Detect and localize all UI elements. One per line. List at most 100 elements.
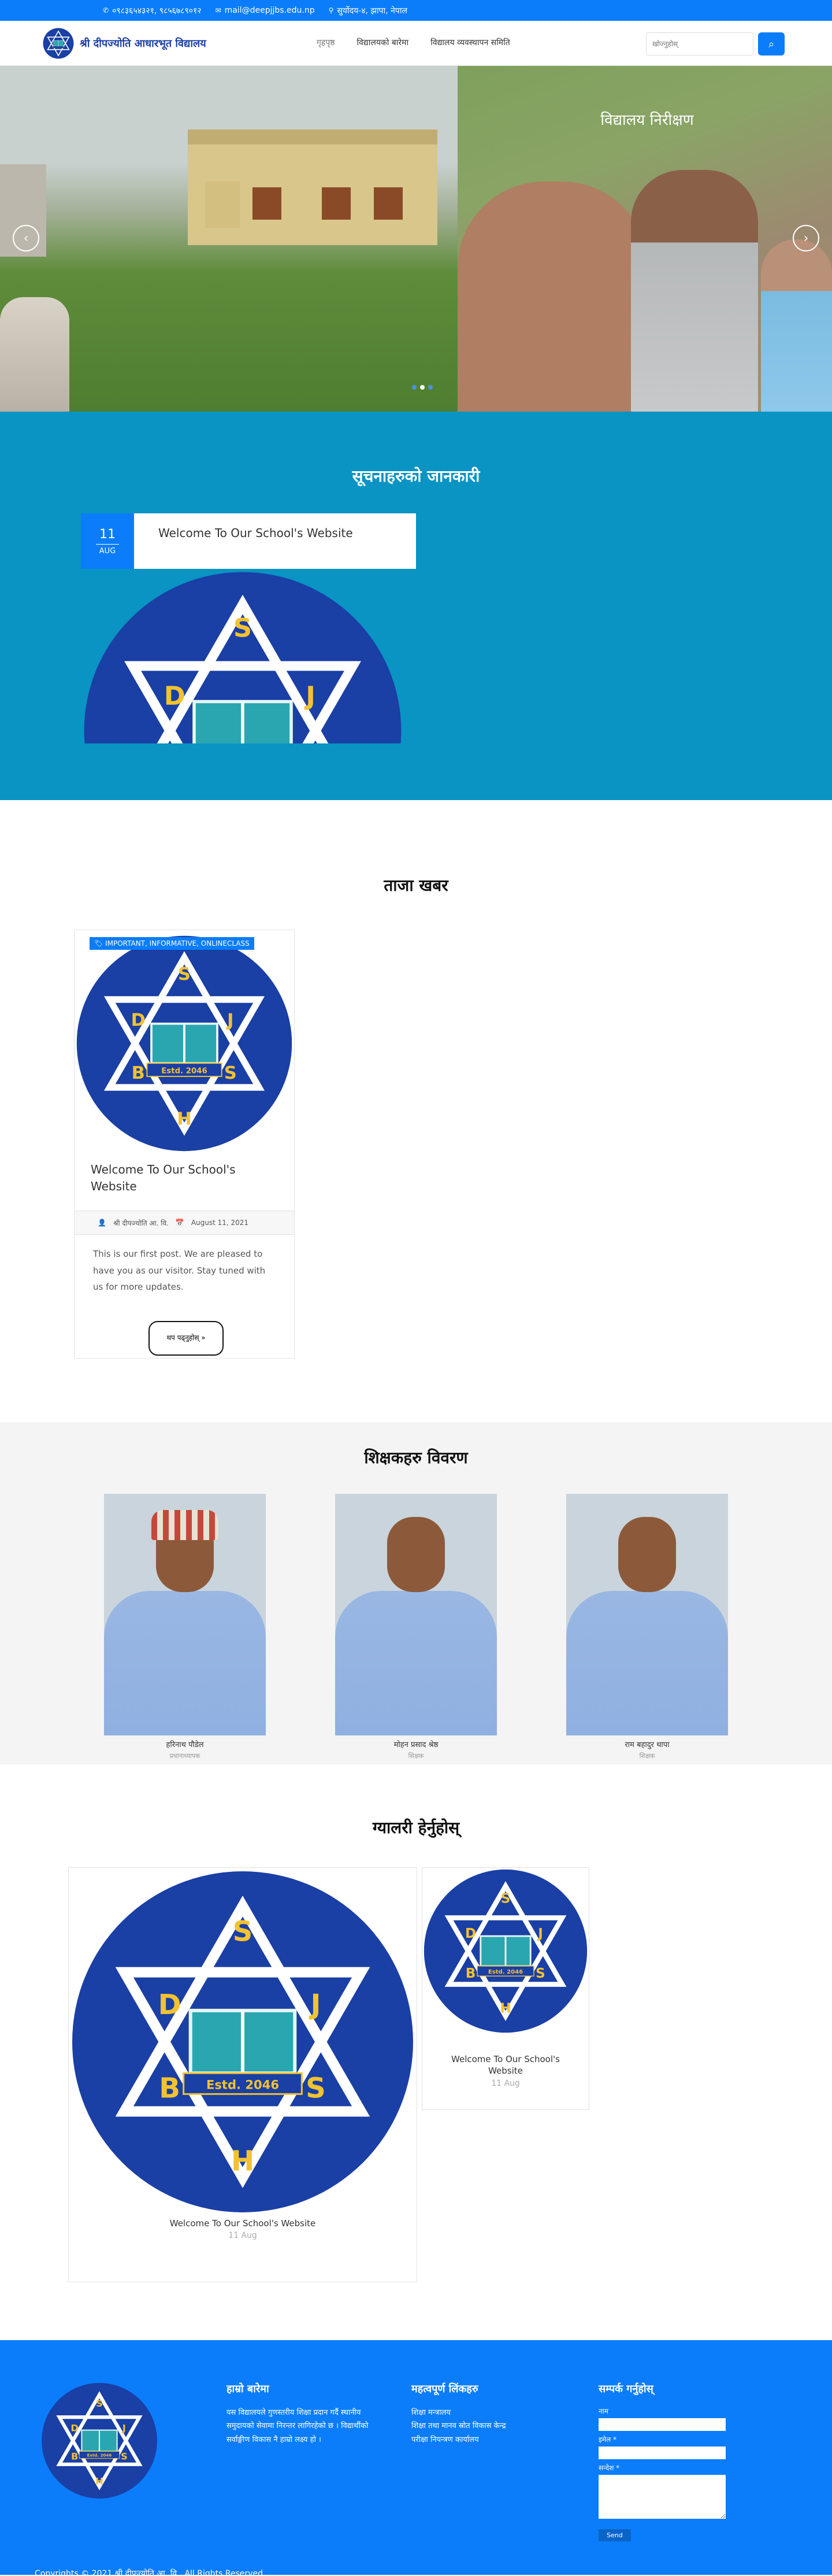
- staff-photo: [335, 1494, 497, 1735]
- blog-tags: IMPORTANT, INFORMATIVE, ONLINECLASS: [105, 939, 250, 948]
- logo-letter: J: [226, 1011, 233, 1031]
- slider-dot[interactable]: [412, 385, 417, 390]
- staff-card[interactable]: मोहन प्रसाद श्रेष्ठ शिक्षक: [335, 1494, 497, 1760]
- search-input[interactable]: [646, 32, 753, 55]
- gallery-title: ग्यालरी हेर्नुहोस्: [372, 1818, 460, 1837]
- logo-letter: D: [465, 1926, 476, 1941]
- gallery-item[interactable]: S D J B S H Estd. 2046 Welcome To Our Sc…: [68, 1867, 417, 2282]
- logo-letter: J: [537, 1926, 543, 1941]
- send-button[interactable]: Send: [599, 2529, 631, 2541]
- location-pin-icon: ⚲: [328, 6, 334, 14]
- notices-title: सूचनाहरुको जानकारी: [352, 467, 480, 486]
- staff-card[interactable]: हरिनाथ पौडेल प्रधानाध्यापक: [104, 1494, 266, 1760]
- tag-icon: 🏷: [94, 939, 103, 948]
- footer-link[interactable]: शिक्षा तथा मानव स्रोत विकास केन्द्र: [411, 2422, 506, 2430]
- logo-letter: S: [178, 964, 191, 984]
- blog-section: ताजा खबर S D J B S H Estd. 2046 🏷 IMPORT…: [0, 800, 832, 1422]
- logo-letter: S: [306, 2072, 326, 2104]
- search-form: ⌕: [646, 32, 785, 55]
- logo-letter: H: [231, 2145, 254, 2178]
- staff-photo: [104, 1494, 266, 1735]
- logo-letter: D: [131, 1011, 146, 1031]
- notice-month: AUG: [99, 546, 116, 556]
- name-field[interactable]: [599, 2418, 726, 2431]
- blog-post-author[interactable]: श्री दीपज्योति आ. वि.: [113, 1218, 169, 1228]
- logo-letter: H: [500, 2001, 511, 2016]
- staff-section: शिक्षकहरु विवरण हरिनाथ पौडेल प्रधानाध्या…: [0, 1422, 832, 1764]
- footer-link[interactable]: शिक्षा मन्त्रालय: [411, 2408, 451, 2417]
- logo-letter: S: [121, 2451, 128, 2462]
- email-field[interactable]: [599, 2447, 726, 2459]
- email-label: इमेल *: [599, 2436, 617, 2444]
- read-more-button[interactable]: थप पढ्नुहोस् »: [148, 1321, 224, 1356]
- logo-estd: Estd. 2046: [206, 2077, 279, 2092]
- logo-letter: S: [536, 1966, 545, 1981]
- slider-dots: [412, 385, 433, 390]
- blog-tags-badge[interactable]: 🏷 IMPORTANT, INFORMATIVE, ONLINECLASS: [90, 937, 254, 950]
- topbar-phone[interactable]: ✆ ०९८३६५४३२१, ९८५६७८९०१२: [103, 5, 202, 16]
- building-window: [374, 187, 403, 220]
- search-button[interactable]: ⌕: [758, 32, 785, 55]
- logo-letter: J: [304, 680, 315, 711]
- logo-letter: D: [70, 2423, 79, 2434]
- site-logo[interactable]: श्री दीपज्योति आधारभूत विद्यालय: [43, 28, 206, 59]
- shirt-shape: [104, 1591, 266, 1735]
- nav-item-home[interactable]: गृहपृष्ठ: [317, 37, 335, 48]
- school-logo-icon: S D J B S Estd. 2046: [81, 569, 404, 743]
- gallery-section: ग्यालरी हेर्नुहोस् S D J B S H Estd. 204…: [0, 1764, 832, 2340]
- logo-letter: B: [71, 2451, 78, 2462]
- logo-letter: S: [501, 1891, 511, 1906]
- logo-letter: S: [233, 1915, 253, 1948]
- slider-dot[interactable]: [420, 385, 425, 390]
- staff-card[interactable]: राम बहादुर थापा शिक्षक: [566, 1494, 728, 1760]
- head-shape: [387, 1517, 445, 1592]
- phone-icon: ✆: [103, 6, 109, 14]
- building-door: [205, 182, 240, 228]
- slider-dot[interactable]: [428, 385, 433, 390]
- slider-prev-button[interactable]: ‹: [13, 225, 39, 251]
- logo-letter: B: [132, 1063, 145, 1083]
- site-header: श्री दीपज्योति आधारभूत विद्यालय गृहपृष्ठ…: [0, 21, 832, 66]
- blog-title: ताजा खबर: [384, 876, 448, 895]
- gallery-caption: Welcome To Our School's Website: [169, 2218, 316, 2229]
- logo-letter: J: [122, 2423, 126, 2434]
- slide-image-school-building: [0, 66, 458, 412]
- notice-image[interactable]: S D J B S Estd. 2046: [81, 569, 404, 743]
- staff-name: हरिनाथ पौडेल: [166, 1741, 204, 1749]
- logo-estd: Estd. 2046: [161, 1067, 207, 1075]
- notice-date-badge: 11 AUG: [81, 513, 134, 569]
- staff-photo: [566, 1494, 728, 1735]
- gallery-date: 11 Aug: [491, 2079, 520, 2088]
- notice-item[interactable]: 11 AUG Welcome To Our School's Website: [81, 513, 416, 569]
- footer-about: हाम्रो बारेमा यस विद्यालयले गुणस्तरीय शि…: [226, 2382, 388, 2447]
- topbar-phone-text: ०९८३६५४३२१, ९८५६७८९०१२: [112, 6, 202, 16]
- staff-role: शिक्षक: [408, 1752, 424, 1760]
- school-logo-icon: S D J B S H Estd. 2046: [69, 1868, 417, 2216]
- topbar-address-text: सुर्योदय-४, झापा, नेपाल: [337, 6, 407, 16]
- building-shape: [188, 129, 437, 245]
- staff-role: शिक्षक: [639, 1752, 655, 1760]
- name-label: नाम: [599, 2407, 608, 2415]
- staff-name: मोहन प्रसाद श्रेष्ठ: [393, 1741, 439, 1749]
- blog-post-title[interactable]: Welcome To Our School's Website: [91, 1161, 276, 1195]
- divider: [96, 543, 119, 545]
- nav-item-management[interactable]: विद्यालय व्यवस्थापन समिति: [430, 37, 510, 48]
- footer-link[interactable]: परीक्षा नियन्त्रण कार्यालय: [411, 2436, 479, 2444]
- logo-letter: D: [164, 680, 185, 711]
- message-field[interactable]: [599, 2475, 726, 2519]
- slide-caption: विद्यालय निरीक्षण: [600, 112, 694, 129]
- shirt-shape: [566, 1591, 728, 1735]
- blog-post-image[interactable]: S D J B S H Estd. 2046: [75, 930, 294, 1157]
- mail-icon: ✉: [215, 6, 221, 14]
- gallery-caption: Welcome To Our School's Website: [451, 2054, 560, 2076]
- gallery-item[interactable]: S D J B S H Estd. 2046 Welcome To Our Sc…: [422, 1867, 589, 2110]
- notice-day: 11: [99, 527, 116, 542]
- person-shape: [0, 297, 69, 412]
- nav-item-about[interactable]: विद्यालयको बारेमा: [357, 37, 409, 48]
- slider-next-button[interactable]: ›: [793, 225, 819, 251]
- topbar-email[interactable]: ✉ mail@deepjjbs.edu.np: [216, 6, 315, 15]
- logo-estd: Estd. 2046: [87, 2453, 112, 2458]
- footer-links-title: महत्वपूर्ण लिंकहरु: [411, 2383, 478, 2395]
- footer-about-text: यस विद्यालयले गुणस्तरीय शिक्षा प्रदान गर…: [226, 2408, 369, 2444]
- copyright-text: Copyrights © 2021 श्री दीपज्योति आ. वि..…: [35, 2569, 266, 2576]
